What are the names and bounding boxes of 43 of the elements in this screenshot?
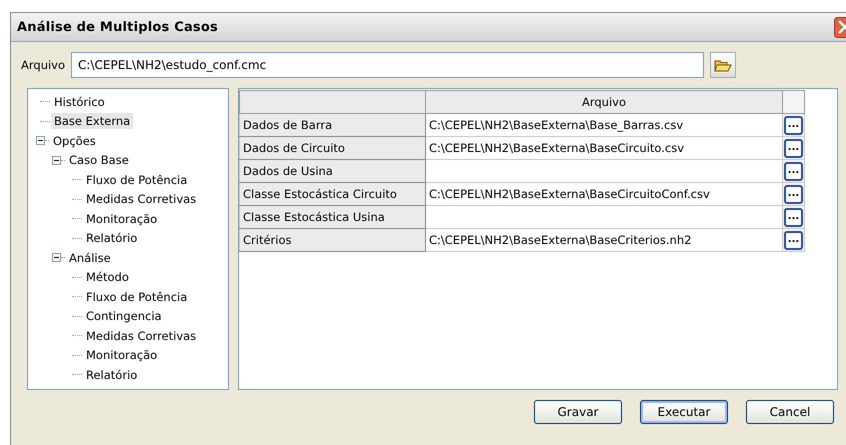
tree-item[interactable]: Monitoração xyxy=(83,347,160,364)
collapse-icon[interactable] xyxy=(36,136,45,146)
row-header: Dados de Circuito xyxy=(240,136,426,160)
tree-item[interactable]: Relatório xyxy=(83,366,140,383)
open-folder-button[interactable] xyxy=(710,52,736,78)
tree-item[interactable]: Base Externa xyxy=(51,113,134,130)
browse-button[interactable]: ... xyxy=(784,116,803,134)
dialog-button[interactable]: Executar xyxy=(640,400,728,424)
table-cell: C:\CEPEL\NH2\BaseExterna\BaseCircuito.csv xyxy=(426,136,782,160)
tree-item[interactable]: Análise xyxy=(66,250,114,266)
collapse-icon[interactable] xyxy=(52,156,61,165)
file-path-field[interactable]: C:\CEPEL\NH2\estudo_conf.cmc xyxy=(71,52,704,78)
browse-button[interactable]: ... xyxy=(784,138,803,158)
tree-item[interactable]: Medidas Corretivas xyxy=(83,328,200,344)
dialog-button[interactable]: Gravar xyxy=(534,400,622,424)
folder-icon xyxy=(714,58,732,72)
row-header: Critérios xyxy=(240,228,426,252)
file-label: Arquivo xyxy=(21,58,66,72)
row-header: Dados de Usina xyxy=(240,160,426,182)
column-header: Arquivo xyxy=(426,90,782,114)
tree-item[interactable]: Caso Base xyxy=(66,152,132,168)
dialog-button[interactable]: Cancel xyxy=(746,400,834,424)
tree-item[interactable]: Medidas Corretivas xyxy=(83,191,200,208)
tree-item[interactable]: Histórico xyxy=(51,94,108,110)
tree-item[interactable]: Monitoração xyxy=(83,210,160,227)
table-cell: C:\CEPEL\NH2\BaseExterna\BaseCircuitoConf.csv xyxy=(426,182,782,206)
table-cell: C:\CEPEL\NH2\BaseExterna\Base_Barras.csv xyxy=(426,114,782,136)
collapse-icon[interactable] xyxy=(52,253,61,262)
browse-button[interactable]: ... xyxy=(784,230,803,250)
tree-item[interactable]: Contingencia xyxy=(83,308,165,324)
tree-item[interactable]: Fluxo de Potência xyxy=(83,288,190,305)
tree-item[interactable]: Fluxo de Potência xyxy=(83,172,190,188)
row-header: Dados de Barra xyxy=(240,114,426,136)
browse-button[interactable]: ... xyxy=(784,162,803,180)
tree-item[interactable]: Opções xyxy=(50,132,99,149)
browse-button[interactable]: ... xyxy=(784,208,803,226)
tree-item[interactable]: Relatório xyxy=(83,230,140,246)
browse-button[interactable]: ... xyxy=(784,184,803,204)
window-title: Análise de Multiplos Casos xyxy=(17,20,218,34)
table-cell: C:\CEPEL\NH2\BaseExterna\BaseCriterios.nh2 xyxy=(426,228,782,252)
row-header: Classe Estocástica Usina xyxy=(240,206,426,228)
tree-item[interactable]: Método xyxy=(83,269,132,286)
row-header: Classe Estocástica Circuito xyxy=(240,182,426,206)
